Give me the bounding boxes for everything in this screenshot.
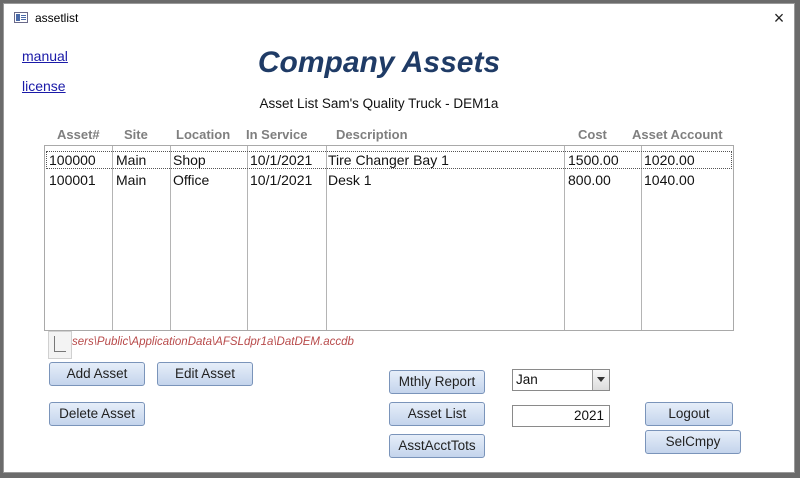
page-title: Company Assets <box>257 46 501 79</box>
table-row[interactable]: 100001 Main Office 10/1/2021 Desk 1 800.… <box>45 170 733 190</box>
smart-tag-icon[interactable] <box>48 331 72 359</box>
monthly-report-button[interactable]: Mthly Report <box>389 370 485 394</box>
edit-asset-button[interactable]: Edit Asset <box>157 362 253 386</box>
cell-location: Shop <box>173 152 206 168</box>
chevron-down-icon[interactable] <box>592 370 609 390</box>
month-select-value: Jan <box>516 372 538 387</box>
cell-asset: 100000 <box>49 152 96 168</box>
cell-asset-account: 1020.00 <box>644 152 695 168</box>
cell-asset-account: 1040.00 <box>644 172 695 188</box>
cell-description: Tire Changer Bay 1 <box>328 152 449 168</box>
cell-cost: 1500.00 <box>568 152 619 168</box>
cell-site: Main <box>116 172 147 188</box>
title-bar: assetlist × <box>4 4 794 32</box>
year-input[interactable]: 2021 <box>512 405 610 427</box>
column-header-asset: Asset# <box>57 127 100 142</box>
cell-location: Office <box>173 172 210 188</box>
cell-description: Desk 1 <box>328 172 372 188</box>
delete-asset-button[interactable]: Delete Asset <box>49 402 145 426</box>
close-icon[interactable]: × <box>768 7 790 29</box>
column-header-in-service: In Service <box>246 127 308 142</box>
license-link[interactable]: license <box>22 78 66 94</box>
sel-cmpy-button[interactable]: SelCmpy <box>645 430 741 454</box>
database-path: C:\Users\Public\ApplicationData\AFSLdpr1… <box>49 336 354 348</box>
column-header-location: Location <box>176 127 231 142</box>
cell-site: Main <box>116 152 147 168</box>
asset-listbox[interactable]: 100000 Main Shop 10/1/2021 Tire Changer … <box>44 145 734 331</box>
asset-acct-tots-button[interactable]: AsstAcctTots <box>389 434 485 458</box>
cell-in-service: 10/1/2021 <box>250 152 313 168</box>
column-header-asset-account: Asset Account <box>632 127 723 142</box>
asset-list-button[interactable]: Asset List <box>389 402 485 426</box>
table-row[interactable]: 100000 Main Shop 10/1/2021 Tire Changer … <box>45 150 733 170</box>
assetlist-window: assetlist × manual license Company Asset… <box>3 3 795 473</box>
column-header-site: Site <box>124 127 148 142</box>
cell-in-service: 10/1/2021 <box>250 172 313 188</box>
window-title: assetlist <box>35 11 79 25</box>
logout-button[interactable]: Logout <box>645 402 733 426</box>
form-icon <box>14 12 28 23</box>
cell-cost: 800.00 <box>568 172 611 188</box>
add-asset-button[interactable]: Add Asset <box>49 362 145 386</box>
cell-asset: 100001 <box>49 172 96 188</box>
column-header-cost: Cost <box>578 127 607 142</box>
month-select[interactable]: Jan <box>512 369 610 391</box>
column-header-description: Description <box>336 127 408 142</box>
page-subtitle: Asset List Sam's Quality Truck - DEM1a <box>259 96 499 111</box>
